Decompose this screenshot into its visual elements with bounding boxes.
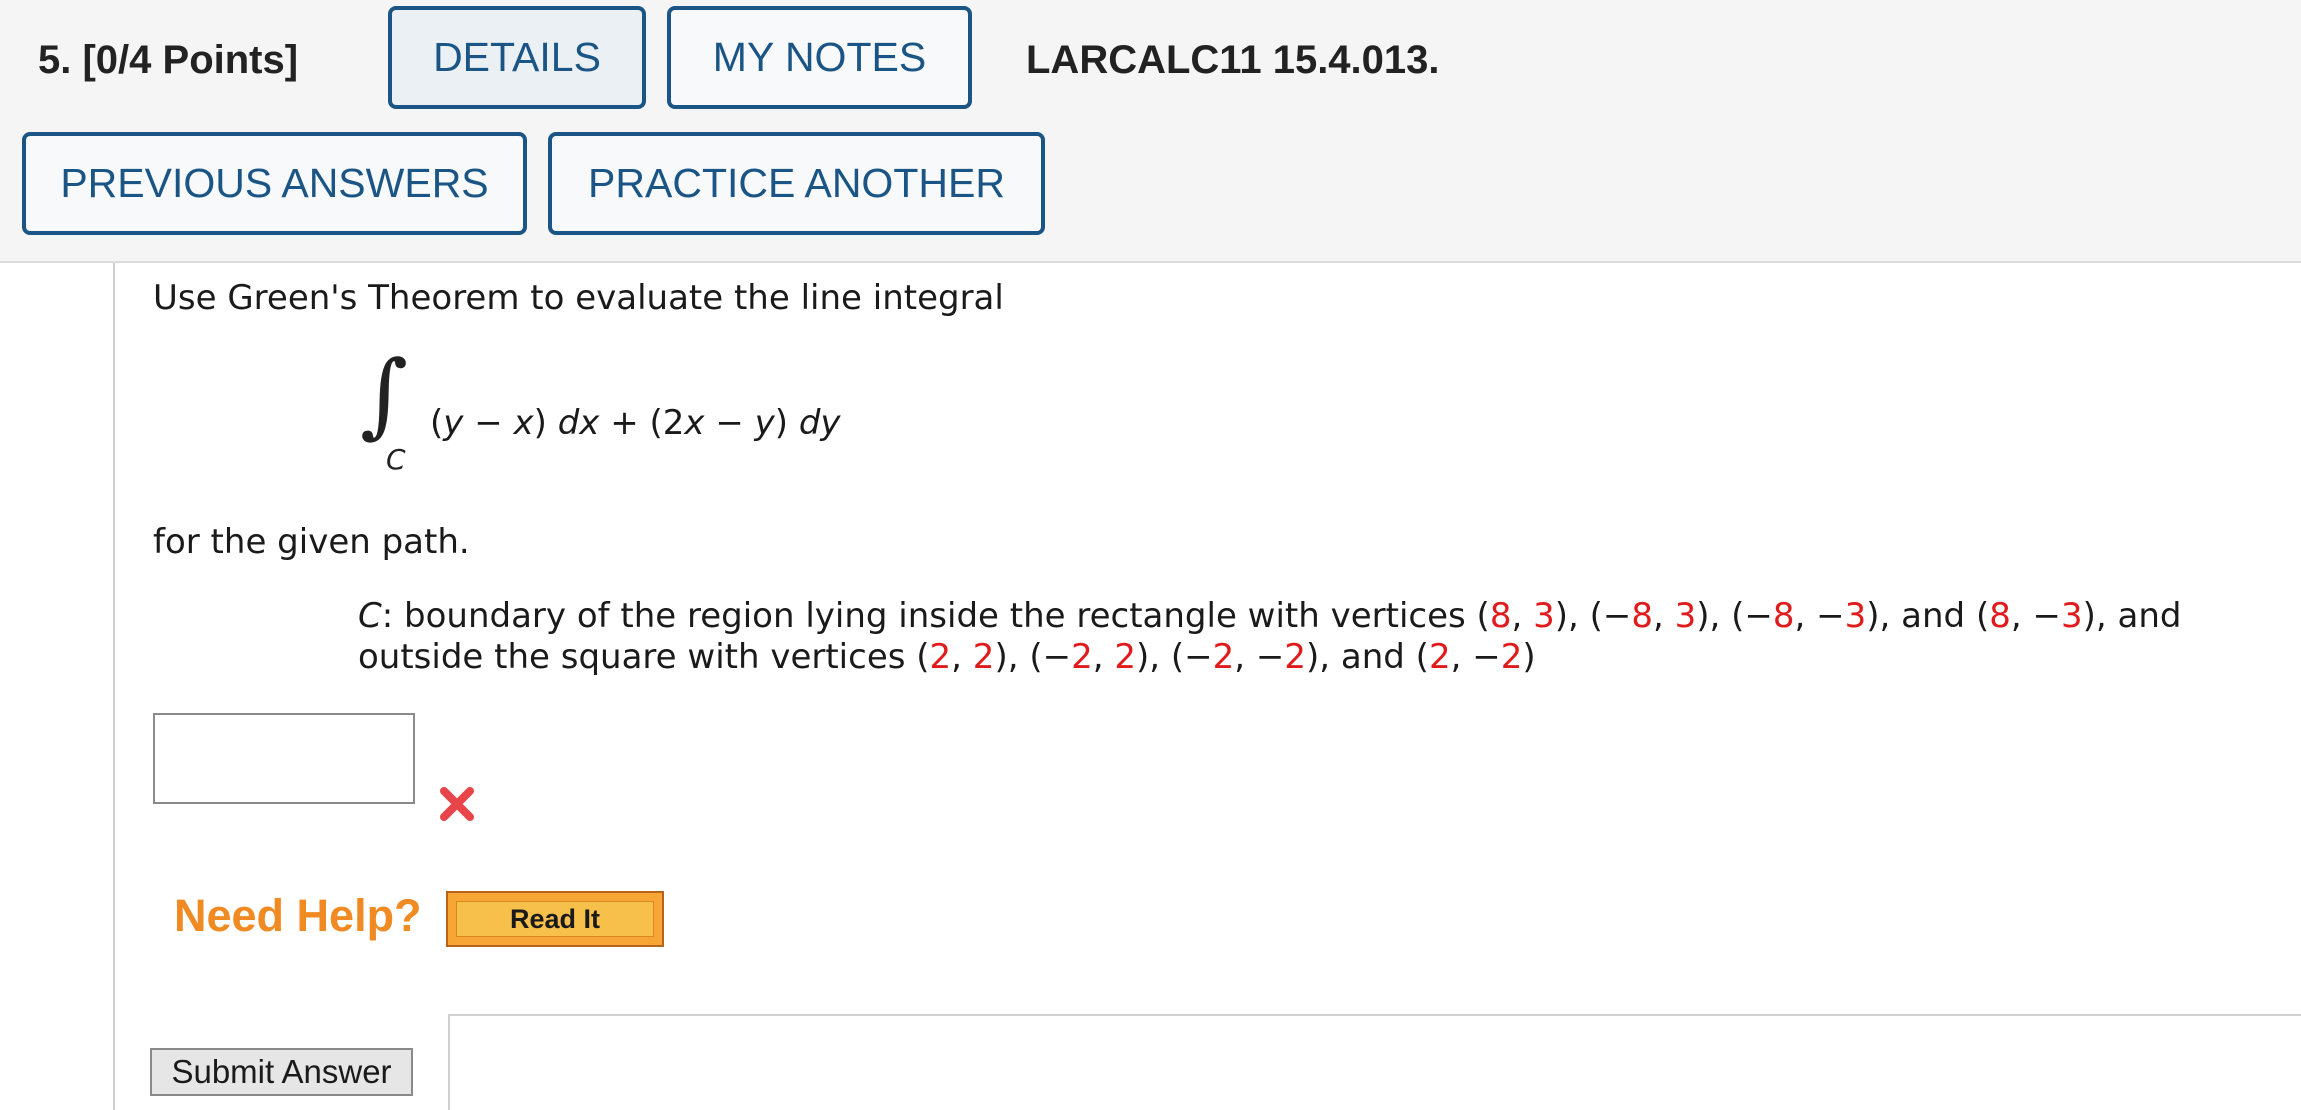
path-text: ), and ( <box>1306 637 1429 677</box>
integral-subscript: C <box>386 443 406 476</box>
path-text: , − <box>1234 637 1285 677</box>
submit-answer-button[interactable]: Submit Answer <box>150 1048 413 1096</box>
path-text: , <box>1511 596 1534 636</box>
path-text: ), and <box>2082 596 2182 636</box>
question-number-points: 5. [0/4 Points] <box>38 38 299 82</box>
vertex-value: 2 <box>1071 637 1093 677</box>
path-line-1: C: boundary of the region lying inside t… <box>358 596 2181 637</box>
path-description: C: boundary of the region lying inside t… <box>358 596 2181 678</box>
integrand: (y − x) dx + (2x − y) dy <box>430 403 841 443</box>
integrand-var: dy <box>798 403 841 443</box>
path-text: , − <box>2010 596 2061 636</box>
path-text: ), (− <box>1696 596 1773 636</box>
integrand-var: x <box>513 403 534 443</box>
integrand-part: ) <box>533 403 558 443</box>
integrand-var: x <box>684 403 705 443</box>
path-line-2: outside the square with vertices (2, 2),… <box>358 637 2181 678</box>
path-c-label: C <box>358 596 382 636</box>
integrand-part: + (2 <box>599 403 685 443</box>
problem-code: LARCALC11 15.4.013. <box>1026 38 1440 82</box>
integrand-part: ( <box>430 403 444 443</box>
vertex-value: 2 <box>1212 637 1235 677</box>
path-text: ), (− <box>1554 596 1632 636</box>
vertex-value: 3 <box>1674 596 1697 636</box>
vertex-value: 8 <box>1631 596 1653 636</box>
integrand-var: y <box>443 403 464 443</box>
practice-another-button[interactable]: PRACTICE ANOTHER <box>548 132 1045 235</box>
my-notes-button[interactable]: MY NOTES <box>667 6 972 109</box>
integral-sign: ∫ <box>360 341 408 448</box>
previous-answers-button[interactable]: PREVIOUS ANSWERS <box>22 132 527 235</box>
question-intro: Use Green's Theorem to evaluate the line… <box>153 278 1004 318</box>
path-text: , <box>1092 637 1115 677</box>
integrand-part: − <box>704 403 755 443</box>
path-text: ) <box>1522 637 1536 677</box>
for-given-path-text: for the given path. <box>153 522 470 562</box>
integrand-var: dx <box>557 403 600 443</box>
path-text: ), and ( <box>1866 596 1990 636</box>
integrand-part: − <box>463 403 514 443</box>
vertex-value: 8 <box>1989 596 2011 636</box>
path-text: , <box>1653 596 1675 636</box>
details-button[interactable]: DETAILS <box>388 6 646 109</box>
read-it-button[interactable]: Read It <box>446 891 664 947</box>
vertex-value: 2 <box>1284 637 1307 677</box>
response-area <box>448 1014 2301 1110</box>
vertex-value: 3 <box>1533 596 1555 636</box>
path-text: , − <box>1450 637 1501 677</box>
integrand-part: ) <box>774 403 799 443</box>
vertex-value: 3 <box>1844 596 1867 636</box>
path-text: : boundary of the region lying inside th… <box>381 596 1490 636</box>
question-header: 5. [0/4 Points] DETAILS MY NOTES LARCALC… <box>0 0 2301 263</box>
need-help-label: Need Help? <box>174 890 422 941</box>
vertex-value: 2 <box>1428 637 1451 677</box>
vertex-value: 2 <box>929 637 952 677</box>
path-text: , − <box>1794 596 1845 636</box>
path-text: outside the square with vertices ( <box>358 637 930 677</box>
read-it-label: Read It <box>456 901 654 937</box>
integrand-var: y <box>754 403 775 443</box>
vertex-value: 3 <box>2060 596 2083 636</box>
vertex-value: 2 <box>1500 637 1523 677</box>
vertex-value: 2 <box>1114 637 1136 677</box>
path-text: , <box>951 637 973 677</box>
vertex-value: 8 <box>1772 596 1795 636</box>
content-left-border <box>113 263 115 1110</box>
vertex-value: 8 <box>1489 596 1512 636</box>
vertex-value: 2 <box>972 637 995 677</box>
path-text: ), (− <box>994 637 1072 677</box>
wrong-x-icon <box>440 787 474 821</box>
path-text: ), (− <box>1135 637 1213 677</box>
answer-input[interactable] <box>153 713 415 804</box>
